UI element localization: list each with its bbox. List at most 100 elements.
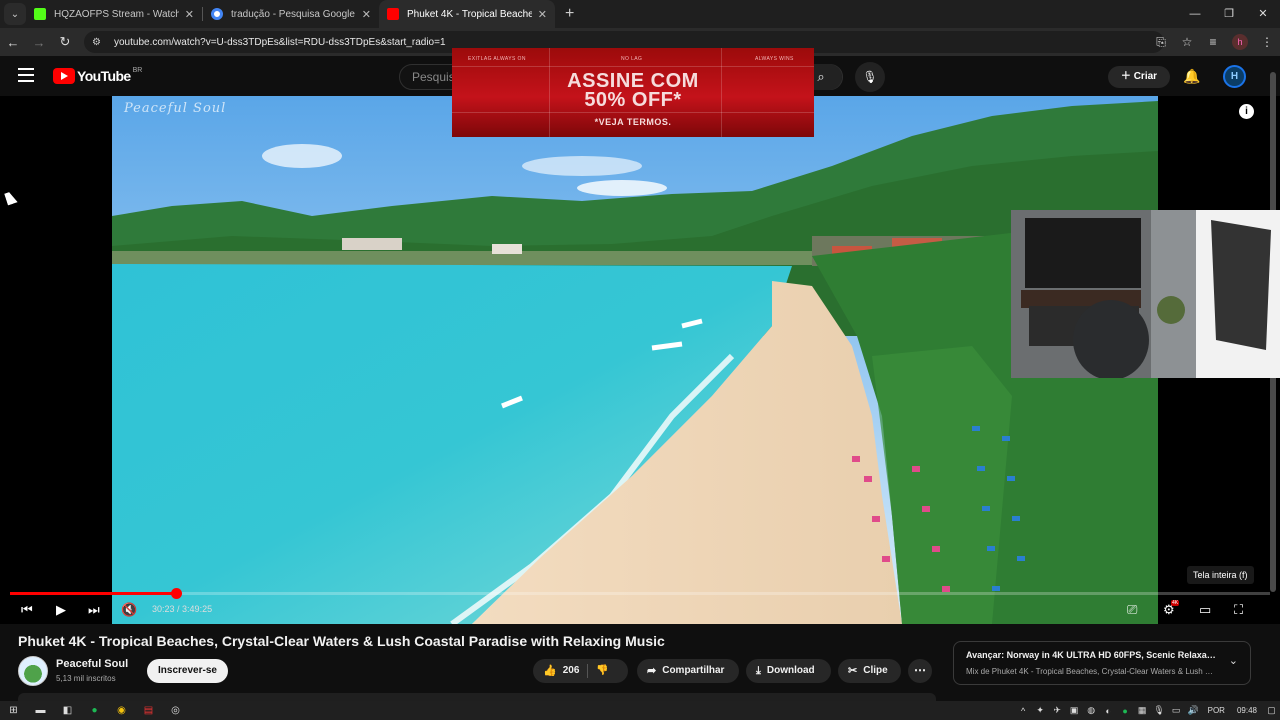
browser-tab-youtube[interactable]: Phuket 4K - Tropical Beaches, C ✕ — [379, 0, 555, 28]
tab-search-button[interactable]: ⌄ — [4, 3, 26, 25]
network-icon[interactable]: ▭ — [1168, 705, 1185, 716]
close-tab-icon[interactable]: ✕ — [538, 8, 547, 21]
chevron-down-icon[interactable]: ⌄ — [1229, 654, 1238, 667]
app-icon[interactable]: ◧ — [54, 705, 81, 716]
tray-app-icon[interactable]: ▦ — [1134, 705, 1151, 716]
guide-menu-icon[interactable] — [18, 68, 34, 82]
reload-icon[interactable]: ↻ — [52, 34, 78, 50]
tray-app-icon[interactable]: ◐ — [1100, 706, 1117, 716]
install-app-icon[interactable]: ⎘ — [1148, 35, 1174, 50]
notifications-bell-icon[interactable]: 🔔 — [1183, 68, 1200, 85]
info-icon[interactable]: i — [1239, 104, 1254, 119]
create-button[interactable]: ＋ Criar — [1108, 66, 1170, 88]
share-label: Compartilhar — [662, 665, 725, 676]
youtube-logo[interactable]: YouTube BR — [53, 67, 142, 84]
ad-banner[interactable]: EXITLAG ALWAYS ON NO LAG ALWAYS WINS ASS… — [452, 48, 814, 137]
restore-icon[interactable]: ❐ — [1212, 0, 1246, 28]
mouse-cursor-icon — [4, 190, 18, 206]
video-player[interactable]: Peaceful Soul i Tela inteira (f) ⏮ ▶ ⏭ 🔇… — [0, 96, 1280, 624]
clip-button[interactable]: ✂ Clipe — [838, 659, 901, 683]
obs-icon[interactable]: ◎ — [162, 705, 189, 716]
chrome-icon[interactable]: ◉ — [108, 705, 135, 716]
time-current: 30:23 — [152, 604, 175, 614]
beach-scene — [112, 96, 1158, 624]
volume-icon[interactable]: 🔊 — [1185, 705, 1202, 716]
youtube-favicon-icon — [387, 8, 399, 20]
subtitles-icon[interactable]: ⎚ — [1127, 602, 1137, 618]
previous-icon[interactable]: ⏮ — [21, 602, 33, 618]
next-up-card[interactable]: Avançar: Norway in 4K ULTRA HD 60FPS, Sc… — [953, 641, 1251, 685]
spotify-icon[interactable]: ● — [81, 705, 108, 716]
minimize-icon[interactable]: — — [1178, 0, 1212, 28]
player-controls: ⏮ ▶ ⏭ 🔇 30:23 / 3:49:25 ⎚ ⚙ 4K ▭ ⛶ — [0, 598, 1280, 624]
next-up-subtitle: Mix de Phuket 4K - Tropical Beaches, Cry… — [966, 667, 1216, 676]
fullscreen-tooltip: Tela inteira (f) — [1187, 566, 1254, 584]
voice-search-icon[interactable]: 🎙 — [855, 62, 885, 92]
close-window-icon[interactable]: ✕ — [1246, 0, 1280, 28]
account-avatar[interactable]: H — [1223, 65, 1246, 88]
windows-start-icon[interactable]: ⊞ — [0, 705, 27, 716]
close-tab-icon[interactable]: ✕ — [362, 8, 371, 21]
tray-app-icon[interactable]: ▣ — [1066, 705, 1083, 716]
tab-title: Phuket 4K - Tropical Beaches, C — [407, 8, 532, 20]
fullscreen-icon[interactable]: ⛶ — [1234, 602, 1243, 618]
share-icon: ➦ — [647, 665, 657, 677]
browser-menu-icon[interactable]: ⋮ — [1254, 35, 1280, 49]
description-box[interactable] — [18, 693, 936, 701]
channel-avatar[interactable] — [18, 656, 48, 686]
video-frame[interactable] — [112, 96, 1158, 624]
download-button[interactable]: ⤓ Download — [746, 659, 831, 683]
ad-top-mid: NO LAG — [621, 56, 643, 62]
input-language[interactable]: POR — [1208, 706, 1225, 715]
webcam-overlay — [1011, 210, 1280, 378]
browser-tab-kick[interactable]: HQZAOFPS Stream - Watch Live ✕ — [26, 0, 202, 28]
clock[interactable]: 09:48 — [1237, 706, 1257, 715]
progress-bar[interactable] — [10, 588, 1270, 599]
play-icon[interactable]: ▶ — [56, 602, 66, 618]
more-actions-icon[interactable]: ⋯ — [908, 659, 932, 683]
new-tab-icon[interactable]: + — [565, 5, 574, 23]
theater-mode-icon[interactable]: ▭ — [1199, 602, 1211, 618]
site-info-icon[interactable]: ⚙ — [92, 37, 104, 48]
ad-note: *VEJA TERMOS. — [594, 117, 672, 127]
subscribe-button[interactable]: Inscrever-se — [147, 659, 228, 683]
share-button[interactable]: ➦ Compartilhar — [637, 659, 739, 683]
spotify-tray-icon[interactable]: ● — [1117, 706, 1134, 716]
profile-avatar[interactable]: h — [1232, 34, 1248, 50]
google-favicon-icon — [211, 8, 223, 20]
muted-volume-icon[interactable]: 🔇 — [121, 602, 137, 618]
ad-headline: ASSINE COM 50% OFF* — [452, 71, 814, 111]
settings-gear-icon[interactable]: ⚙ 4K — [1163, 600, 1180, 618]
media-controls-icon[interactable]: ≡ — [1200, 35, 1226, 49]
tab-title: tradução - Pesquisa Google — [231, 8, 355, 20]
ad-line-2: 50% OFF* — [584, 89, 682, 111]
next-icon[interactable]: ⏭ — [88, 602, 100, 618]
notifications-icon[interactable]: ▢ — [1263, 705, 1280, 716]
tray-app-icon[interactable]: ✈ — [1049, 705, 1066, 716]
tab-title: HQZAOFPS Stream - Watch Live — [54, 8, 179, 20]
subscriber-count: 5,13 mil inscritos — [56, 674, 116, 683]
bookmark-star-icon[interactable]: ☆ — [1174, 35, 1200, 49]
youtube-play-logo-icon — [53, 68, 75, 84]
windows-taskbar: ⊞ ▬ ◧ ● ◉ ▤ ◎ ^ ✦ ✈ ▣ ◍ ◐ ● ▦ 🎙 ▭ 🔊 POR … — [0, 701, 1280, 720]
browser-tab-google[interactable]: tradução - Pesquisa Google ✕ — [203, 0, 379, 28]
microphone-icon[interactable]: 🎙 — [1151, 705, 1168, 716]
like-icon[interactable]: 👍 — [543, 659, 557, 683]
news-app-icon[interactable]: ▤ — [135, 705, 162, 716]
system-tray: ^ ✦ ✈ ▣ ◍ ◐ ● ▦ 🎙 ▭ 🔊 POR 09:48 ▢ — [1015, 701, 1280, 720]
file-explorer-icon[interactable]: ▬ — [27, 705, 54, 716]
dislike-icon[interactable]: 👎 — [596, 659, 608, 683]
like-count[interactable]: 206 — [563, 659, 580, 683]
tray-app-icon[interactable]: ✦ — [1032, 705, 1049, 716]
show-hidden-icons-icon[interactable]: ^ — [1015, 706, 1032, 716]
close-tab-icon[interactable]: ✕ — [185, 8, 194, 21]
time-total: 3:49:25 — [182, 604, 213, 614]
kick-favicon-icon — [34, 8, 46, 20]
ad-top-left: EXITLAG ALWAYS ON — [468, 56, 526, 62]
tray-app-icon[interactable]: ◍ — [1083, 705, 1100, 716]
back-icon[interactable]: ← — [0, 35, 26, 50]
forward-icon[interactable]: → — [26, 35, 52, 50]
channel-name[interactable]: Peaceful Soul — [56, 658, 128, 670]
download-label: Download — [766, 665, 815, 676]
page-scrollbar[interactable] — [1270, 72, 1276, 692]
